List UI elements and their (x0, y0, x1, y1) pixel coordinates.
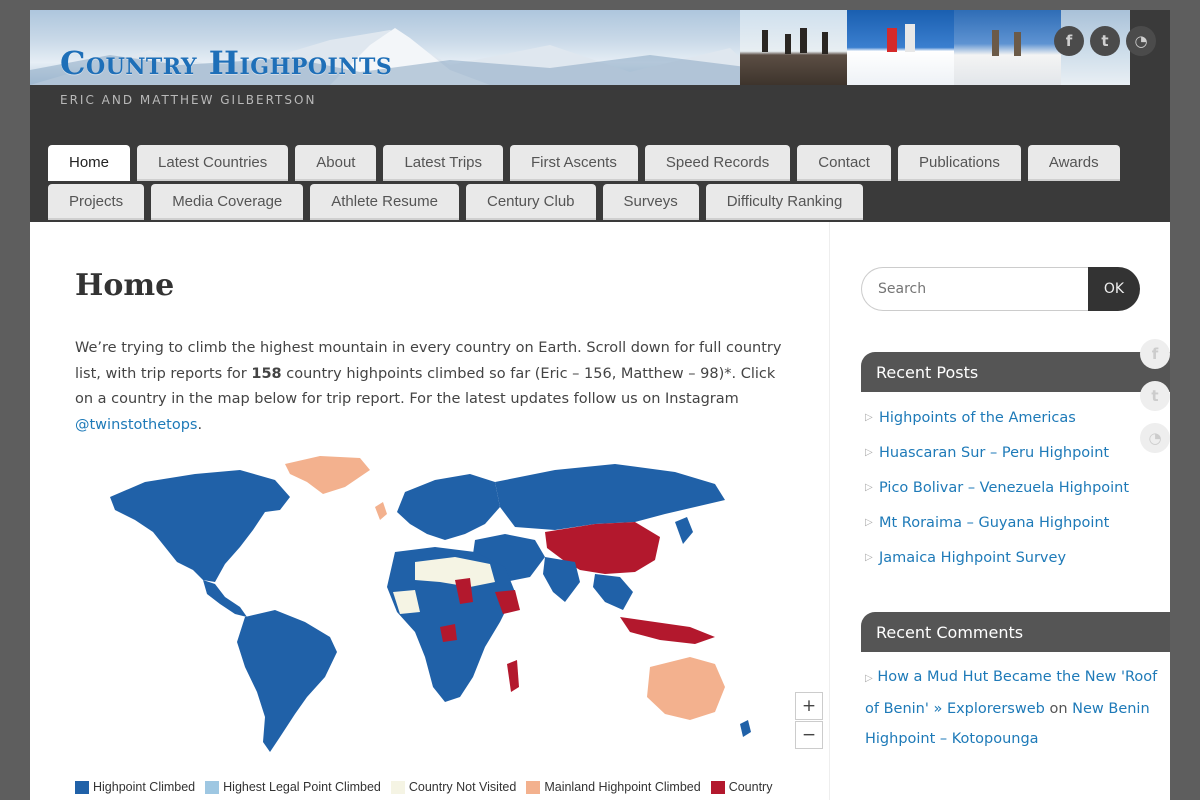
search-form: OK (861, 267, 1140, 311)
bullet-arrow-icon: ▷ (865, 552, 873, 563)
legend-swatch-country (710, 780, 725, 794)
map-uk (375, 502, 387, 520)
sidebar: OK Recent Posts ▷ Highpoints of the Ameri… (861, 222, 1170, 800)
list-item: ▷ Jamaica Highpoint Survey (865, 540, 1170, 575)
page-title: Home (75, 268, 175, 303)
climbed-count: 158 (251, 365, 282, 382)
recent-posts-title: Recent Posts (861, 352, 1170, 392)
recent-comments-title: Recent Comments (861, 612, 1170, 652)
map-legend: Highpoint Climbed Highest Legal Point Cl… (75, 780, 772, 794)
map-zoom-out-button[interactable]: − (795, 721, 823, 749)
nav-tab-contact[interactable]: Contact (797, 145, 891, 181)
site-tagline: ERIC AND MATTHEW GILBERTSON (60, 93, 317, 107)
nav-tab-first-ascents[interactable]: First Ascents (510, 145, 638, 181)
content-column: Home We’re trying to climb the highest m… (30, 222, 830, 800)
recent-posts-list: ▷ Highpoints of the Americas ▷ Huascaran S… (865, 400, 1170, 575)
nav-tab-about[interactable]: About (295, 145, 377, 181)
legend-item-not-visited: Country Not Visited (390, 780, 517, 794)
banner-photo-snow (847, 10, 954, 85)
nav-tab-difficulty-ranking[interactable]: Difficulty Ranking (705, 184, 864, 220)
map-indonesia (620, 617, 715, 644)
main-area: Home We’re trying to climb the highest m… (30, 222, 1170, 800)
nav-row-2: Projects Media Coverage Athlete Resume C… (48, 184, 1148, 223)
recent-post-link[interactable]: Jamaica Highpoint Survey (879, 550, 1066, 566)
list-item: ▷ Highpoints of the Americas (865, 400, 1170, 435)
intro-text-end: . (197, 416, 203, 433)
nav-tab-athlete-resume[interactable]: Athlete Resume (310, 184, 459, 220)
legend-label-country: Country (728, 780, 773, 794)
twitter-icon[interactable]: t (1090, 26, 1120, 56)
banner-photo-summit (740, 10, 847, 85)
recent-post-link[interactable]: Highpoints of the Americas (879, 410, 1076, 426)
bullet-arrow-icon: ▷ (865, 482, 873, 493)
nav-row-1: Home Latest Countries About Latest Trips… (48, 145, 1148, 184)
rss-icon[interactable]: ◔ (1126, 26, 1156, 56)
nav-tab-publications[interactable]: Publications (897, 145, 1021, 181)
nav-tab-century-club[interactable]: Century Club (465, 184, 596, 220)
nav-tab-surveys[interactable]: Surveys (602, 184, 699, 220)
map-zoom-in-button[interactable]: + (795, 692, 823, 720)
recent-post-link[interactable]: Mt Roraima – Guyana Highpoint (879, 515, 1109, 531)
bullet-arrow-icon: ▷ (865, 517, 873, 528)
map-australia (647, 657, 725, 720)
list-item: ▷ Mt Roraima – Guyana Highpoint (865, 505, 1170, 540)
legend-item-legal: Highest Legal Point Climbed (205, 780, 381, 794)
legend-label-not-visited: Country Not Visited (408, 780, 517, 794)
nav-tab-home[interactable]: Home (48, 145, 131, 181)
nav-tab-speed-records[interactable]: Speed Records (644, 145, 791, 181)
search-ok-button[interactable]: OK (1088, 267, 1140, 311)
nav-tab-media-coverage[interactable]: Media Coverage (151, 184, 304, 220)
map-se-asia (593, 574, 633, 610)
recent-comment-item: ▷ How a Mud Hut Became the New 'Roof of … (865, 662, 1165, 754)
side-rss-icon[interactable]: ◔ (1140, 423, 1170, 453)
side-facebook-icon[interactable]: f (1140, 339, 1170, 369)
map-congo (440, 624, 457, 642)
map-madagascar (507, 660, 519, 692)
legend-item-climbed: Highpoint Climbed (75, 780, 195, 794)
legend-label-legal: Highest Legal Point Climbed (223, 780, 381, 794)
map-greenland (285, 456, 370, 494)
map-india (543, 557, 580, 602)
main-navigation: Home Latest Countries About Latest Trips… (48, 145, 1148, 223)
bullet-arrow-icon: ▷ (865, 447, 873, 458)
instagram-link[interactable]: @twinstothetops (75, 417, 198, 433)
map-new-zealand (740, 720, 751, 737)
legend-swatch-mainland (526, 780, 541, 794)
list-item: ▷ Huascaran Sur – Peru Highpoint (865, 435, 1170, 470)
legend-swatch-legal (205, 780, 220, 794)
intro-paragraph: We’re trying to climb the highest mounta… (75, 336, 795, 438)
legend-swatch-not-visited (390, 780, 405, 794)
legend-item-mainland: Mainland Highpoint Climbed (526, 780, 701, 794)
map-central-america (203, 580, 247, 617)
nav-tab-projects[interactable]: Projects (48, 184, 145, 220)
banner-photo-peak (954, 10, 1061, 85)
facebook-icon[interactable]: f (1054, 26, 1084, 56)
list-item: ▷ Pico Bolivar – Venezuela Highpoint (865, 470, 1170, 505)
map-south-america (237, 610, 337, 752)
bullet-arrow-icon: ▷ (865, 412, 873, 423)
search-input[interactable] (861, 267, 1093, 311)
comment-on-text: on (1044, 701, 1073, 717)
legend-label-mainland: Mainland Highpoint Climbed (544, 780, 701, 794)
nav-tab-latest-countries[interactable]: Latest Countries (137, 145, 289, 181)
map-japan (675, 517, 693, 544)
map-europe (397, 474, 500, 540)
world-map[interactable]: + − (75, 452, 823, 772)
side-twitter-icon[interactable]: t (1140, 381, 1170, 411)
map-north-america (110, 470, 290, 582)
legend-swatch-climbed (75, 780, 89, 794)
recent-post-link[interactable]: Huascaran Sur – Peru Highpoint (879, 445, 1109, 461)
bullet-arrow-icon: ▷ (865, 673, 873, 684)
nav-tab-latest-trips[interactable]: Latest Trips (383, 145, 503, 181)
recent-post-link[interactable]: Pico Bolivar – Venezuela Highpoint (879, 480, 1129, 496)
map-russia (495, 464, 725, 530)
legend-item-country: Country (710, 780, 773, 794)
site-title[interactable]: Country Highpoints (60, 44, 392, 82)
nav-tab-awards[interactable]: Awards (1027, 145, 1120, 181)
header-social-icons: f t ◔ (1054, 26, 1156, 56)
legend-label-climbed: Highpoint Climbed (93, 780, 196, 794)
